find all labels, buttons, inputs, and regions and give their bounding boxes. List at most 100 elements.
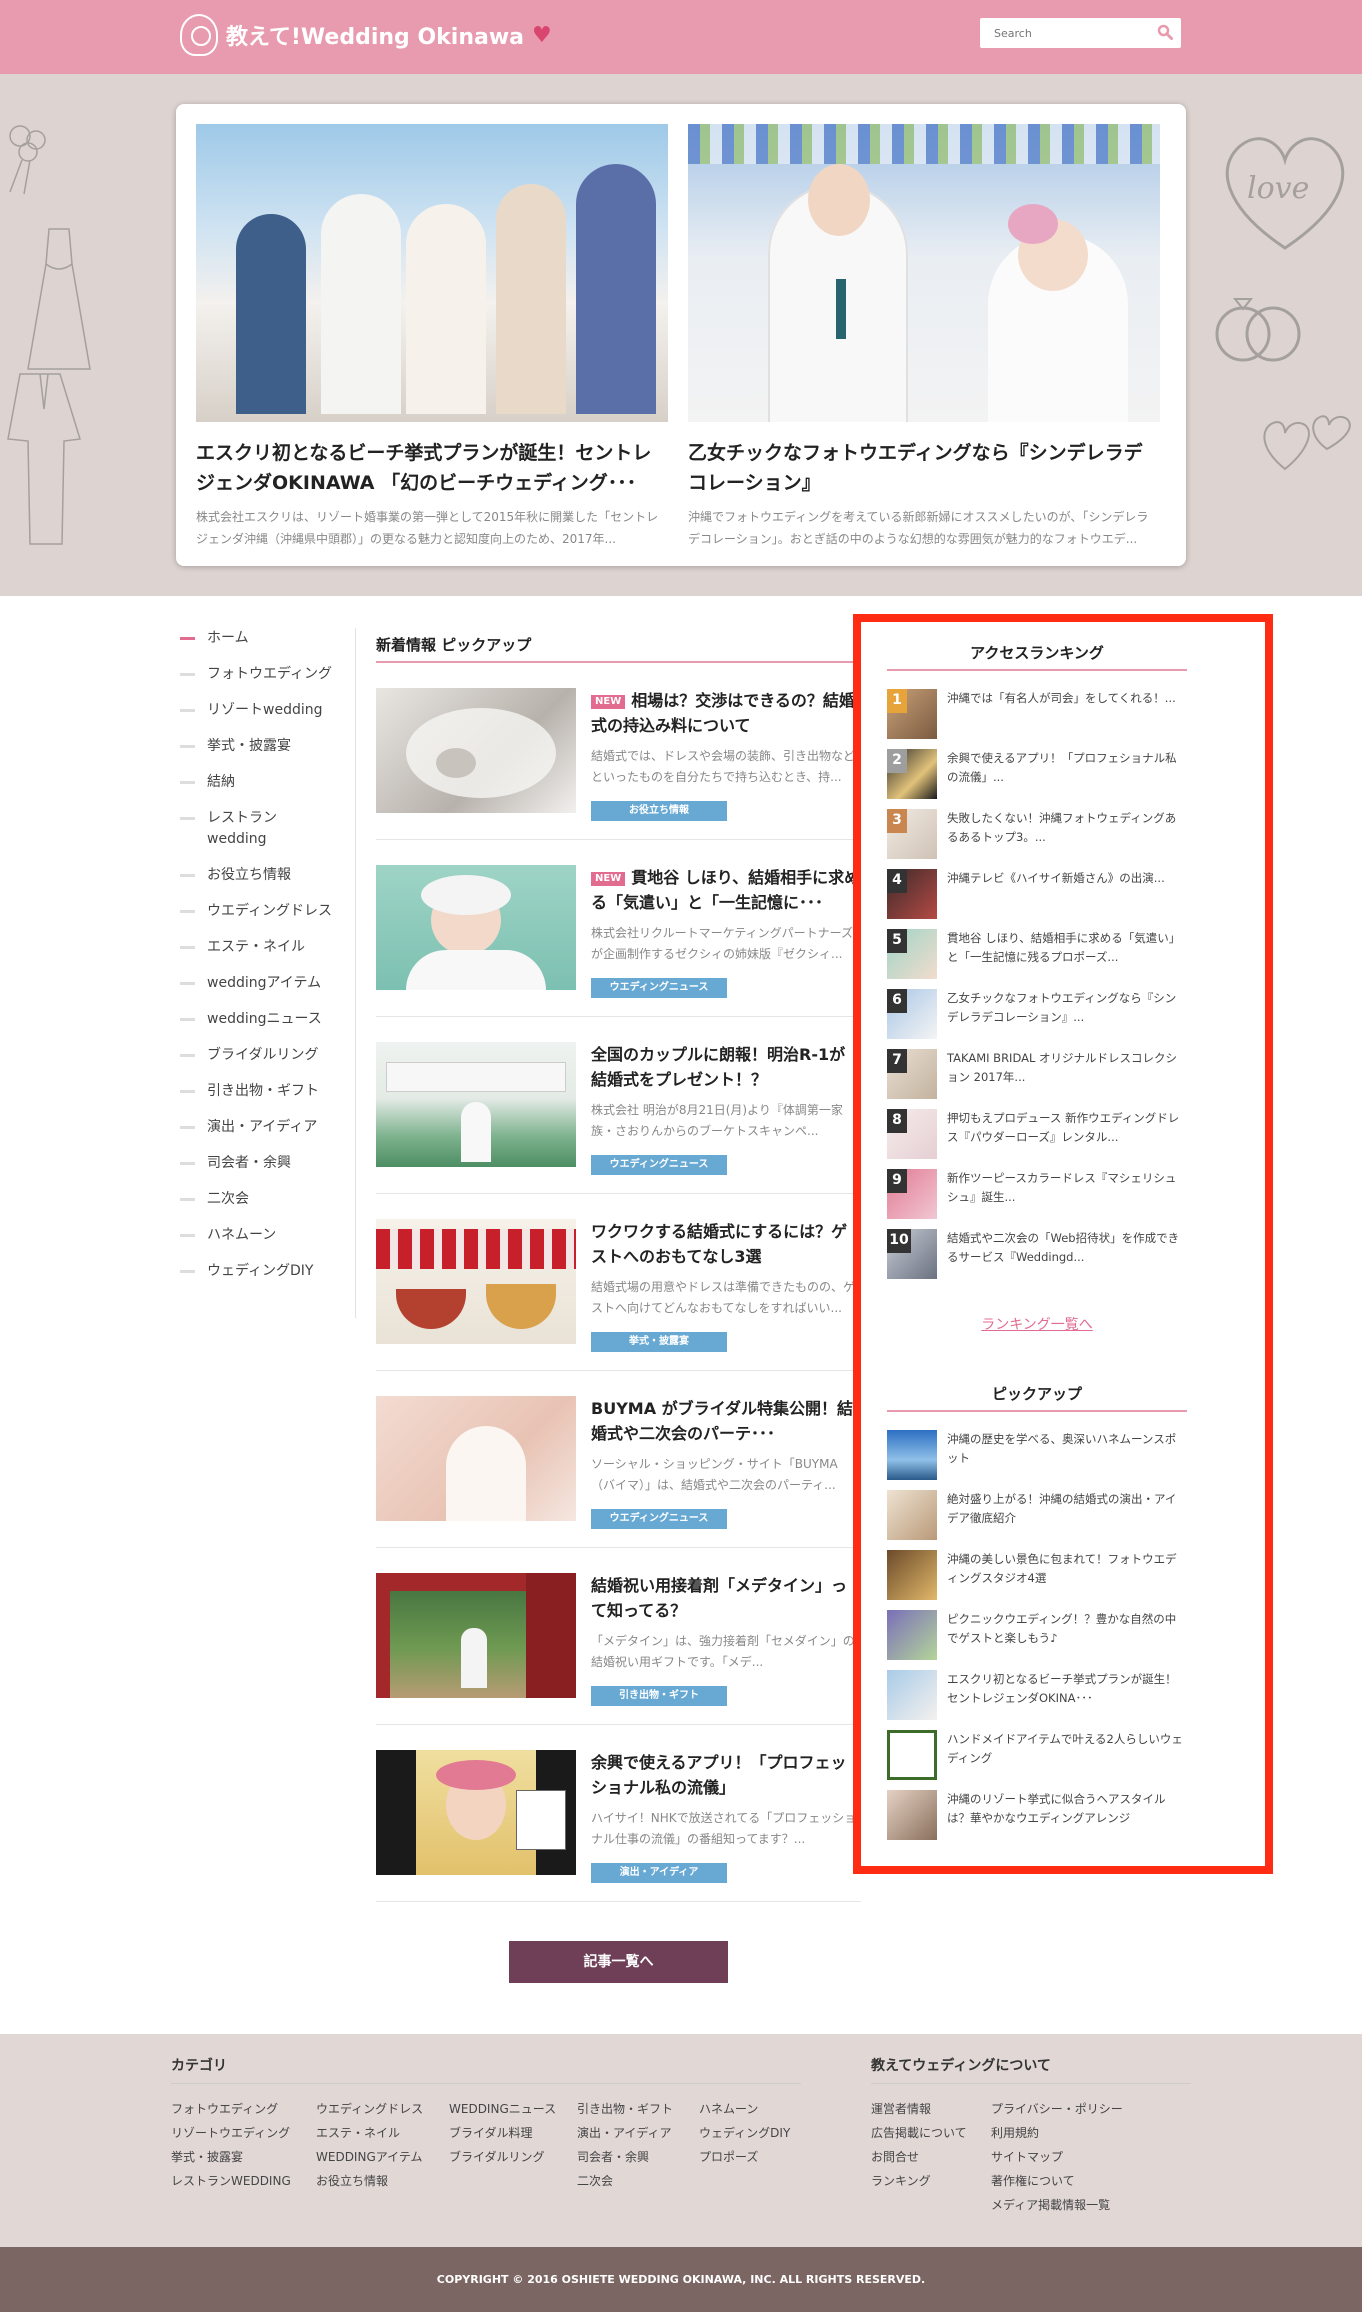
article-card[interactable]: BUYMA がブライダル特集公開！結婚式や二次会のパーテ･･･ ソーシャル・ショ… xyxy=(376,1371,861,1548)
ranking-thumbnail[interactable]: 9 xyxy=(887,1169,937,1219)
nav-item-bridal-ring[interactable]: ブライダルリング xyxy=(180,1045,355,1066)
article-title[interactable]: NEW 貫地谷 しほり、結婚相手に求める「気遣い」と「一生記憶に･･･ xyxy=(591,865,861,915)
footer-link[interactable]: ブライダルリング xyxy=(449,2145,556,2169)
footer-link[interactable]: 運営者情報 xyxy=(871,2097,967,2121)
nav-item-betrothal[interactable]: 結納 xyxy=(180,772,355,793)
pickup-thumbnail[interactable] xyxy=(887,1430,937,1480)
footer-link[interactable]: プライバシー・ポリシー xyxy=(991,2097,1123,2121)
ranking-item[interactable]: 2 余興で使えるアプリ！「プロフェショナル私の流儀」... xyxy=(887,749,1187,809)
nav-item-useful-info[interactable]: お役立ち情報 xyxy=(180,865,355,886)
pickup-item[interactable]: 沖縄のリゾート挙式に似合うヘアスタイルは？華やかなウエディングアレンジ xyxy=(887,1790,1187,1850)
article-thumbnail[interactable] xyxy=(376,1219,576,1344)
footer-link[interactable]: 利用規約 xyxy=(991,2121,1123,2145)
category-tag[interactable]: お役立ち情報 xyxy=(591,801,727,821)
pickup-item[interactable]: 沖縄の美しい景色に包まれて！フォトウエディングスタジオ4選 xyxy=(887,1550,1187,1610)
ranking-thumbnail[interactable]: 5 xyxy=(887,929,937,979)
ranking-item[interactable]: 4 沖縄テレビ《ハイサイ新婚さん》の出演... xyxy=(887,869,1187,929)
nav-item-wedding-dress[interactable]: ウエディングドレス xyxy=(180,901,355,922)
footer-link[interactable]: メディア掲載情報一覧 xyxy=(991,2193,1123,2217)
ranking-item[interactable]: 8 押切もえプロデュース 新作ウエディングドレス『パウダーローズ』レンタル... xyxy=(887,1109,1187,1169)
footer-link[interactable]: お役立ち情報 xyxy=(316,2169,423,2193)
ranking-item[interactable]: 3 失敗したくない！沖縄フォトウェディングあるあるトップ3。... xyxy=(887,809,1187,869)
pickup-thumbnail[interactable] xyxy=(887,1550,937,1600)
nav-item-esthe-nail[interactable]: エステ・ネイル xyxy=(180,937,355,958)
article-thumbnail[interactable] xyxy=(376,1750,576,1875)
category-tag[interactable]: ウエディングニュース xyxy=(591,1509,727,1529)
footer-link[interactable]: ランキング xyxy=(871,2169,967,2193)
pickup-text[interactable]: エスクリ初となるビーチ挙式プランが誕生！セントレジェンダOKINA･･･ xyxy=(947,1670,1187,1708)
ranking-thumbnail[interactable]: 8 xyxy=(887,1109,937,1159)
nav-item-restaurant-wedding[interactable]: レストラン wedding xyxy=(180,808,355,850)
nav-item-after-party[interactable]: 二次会 xyxy=(180,1189,355,1210)
pickup-item[interactable]: ピクニックウエディング！？豊かな自然の中でゲストと楽しもう♪ xyxy=(887,1610,1187,1670)
nav-item-gifts[interactable]: 引き出物・ギフト xyxy=(180,1081,355,1102)
ranking-item[interactable]: 1 沖縄では「有名人が司会」をしてくれる！... xyxy=(887,689,1187,749)
ranking-item[interactable]: 9 新作ツーピースカラードレス『マシェリシュシュ』誕生... xyxy=(887,1169,1187,1229)
pickup-text[interactable]: ハンドメイドアイテムで叶える2人らしいウェディング xyxy=(947,1730,1187,1768)
article-title[interactable]: NEW 相場は？交渉はできるの？結婚式の持込み料について xyxy=(591,688,861,738)
site-logo[interactable]: 教えて!Wedding Okinawa ♥ xyxy=(180,14,552,56)
ranking-thumbnail[interactable]: 6 xyxy=(887,989,937,1039)
pickup-text[interactable]: 絶対盛り上がる！沖縄の結婚式の演出・アイデア徹底紹介 xyxy=(947,1490,1187,1528)
ranking-text[interactable]: 新作ツーピースカラードレス『マシェリシュシュ』誕生... xyxy=(947,1169,1187,1207)
nav-item-resort-wedding[interactable]: リゾートwedding xyxy=(180,700,355,721)
footer-link[interactable]: ブライダル料理 xyxy=(449,2121,556,2145)
article-title[interactable]: 結婚祝い用接着剤「メデタイン」って知ってる？ xyxy=(591,1573,861,1623)
footer-link[interactable]: 引き出物・ギフト xyxy=(577,2097,673,2121)
ranking-text[interactable]: 沖縄テレビ《ハイサイ新婚さん》の出演... xyxy=(947,869,1187,888)
article-card[interactable]: 全国のカップルに朗報！明治R-1が結婚式をプレゼント！？ 株式会社 明治が8月2… xyxy=(376,1017,861,1194)
featured-title[interactable]: 乙女チックなフォトウエディングなら『シンデレラデコレーション』 xyxy=(688,438,1160,498)
ranking-text[interactable]: TAKAMI BRIDAL オリジナルドレスコレクション 2017年... xyxy=(947,1049,1187,1087)
nav-item-photo-wedding[interactable]: フォトウエディング xyxy=(180,664,355,685)
featured-title[interactable]: エスクリ初となるビーチ挙式プランが誕生！セントレジェンダOKINAWA 「幻のビ… xyxy=(196,438,668,498)
article-thumbnail[interactable] xyxy=(376,688,576,813)
category-tag[interactable]: 演出・アイディア xyxy=(591,1863,727,1883)
footer-link[interactable]: 司会者・余興 xyxy=(577,2145,673,2169)
article-thumbnail[interactable] xyxy=(376,865,576,990)
nav-item-wedding-news[interactable]: weddingニュース xyxy=(180,1009,355,1030)
ranking-text[interactable]: 貫地谷 しほり、結婚相手に求める「気遣い」と「一生記憶に残るプロポーズ... xyxy=(947,929,1187,967)
footer-link[interactable]: プロポーズ xyxy=(699,2145,790,2169)
footer-link[interactable]: 二次会 xyxy=(577,2169,673,2193)
footer-link[interactable]: レストランWEDDING xyxy=(171,2169,291,2193)
nav-item-ideas[interactable]: 演出・アイディア xyxy=(180,1117,355,1138)
category-tag[interactable]: ウエディングニュース xyxy=(591,978,727,998)
pickup-text[interactable]: 沖縄の美しい景色に包まれて！フォトウエディングスタジオ4選 xyxy=(947,1550,1187,1588)
search-icon[interactable] xyxy=(1157,24,1173,40)
category-tag[interactable]: 挙式・披露宴 xyxy=(591,1332,727,1352)
footer-link[interactable]: フォトウエディング xyxy=(171,2097,291,2121)
search-input[interactable] xyxy=(980,18,1140,48)
nav-item-home[interactable]: ホーム xyxy=(180,628,355,649)
ranking-thumbnail[interactable]: 2 xyxy=(887,749,937,799)
nav-item-ceremony[interactable]: 挙式・披露宴 xyxy=(180,736,355,757)
pickup-thumbnail[interactable] xyxy=(887,1490,937,1540)
article-card[interactable]: ワクワクする結婚式にするには？ゲストへのおもてなし3選 結婚式場の用意やドレスは… xyxy=(376,1194,861,1371)
pickup-item[interactable]: 絶対盛り上がる！沖縄の結婚式の演出・アイデア徹底紹介 xyxy=(887,1490,1187,1550)
footer-link[interactable]: ハネムーン xyxy=(699,2097,790,2121)
pickup-item[interactable]: ハンドメイドアイテムで叶える2人らしいウェディング xyxy=(887,1730,1187,1790)
pickup-text[interactable]: ピクニックウエディング！？豊かな自然の中でゲストと楽しもう♪ xyxy=(947,1610,1187,1648)
ranking-thumbnail[interactable]: 1 xyxy=(887,689,937,739)
footer-link[interactable]: お問合せ xyxy=(871,2145,967,2169)
ranking-text[interactable]: 乙女チックなフォトウエディングなら『シンデレラデコレーション』... xyxy=(947,989,1187,1027)
pickup-item[interactable]: 沖縄の歴史を学べる、奥深いハネムーンスポット xyxy=(887,1430,1187,1490)
footer-link[interactable]: ウエディングドレス xyxy=(316,2097,423,2121)
ranking-thumbnail[interactable]: 4 xyxy=(887,869,937,919)
article-card[interactable]: 余興で使えるアプリ！「プロフェッショナル私の流儀」 ハイサイ！NHKで放送されて… xyxy=(376,1725,861,1902)
article-card[interactable]: 結婚祝い用接着剤「メデタイン」って知ってる？ 「メデタイン」は、強力接着剤「セメ… xyxy=(376,1548,861,1725)
ranking-text[interactable]: 押切もえプロデュース 新作ウエディングドレス『パウダーローズ』レンタル... xyxy=(947,1109,1187,1147)
ranking-item[interactable]: 5 貫地谷 しほり、結婚相手に求める「気遣い」と「一生記憶に残るプロポーズ... xyxy=(887,929,1187,989)
pickup-thumbnail[interactable] xyxy=(887,1670,937,1720)
featured-article[interactable]: エスクリ初となるビーチ挙式プランが誕生！セントレジェンダOKINAWA 「幻のビ… xyxy=(196,124,668,550)
featured-image[interactable] xyxy=(688,124,1160,422)
footer-link[interactable]: 演出・アイディア xyxy=(577,2121,673,2145)
article-title[interactable]: 余興で使えるアプリ！「プロフェッショナル私の流儀」 xyxy=(591,1750,861,1800)
nav-item-wedding-diy[interactable]: ウェディングDIY xyxy=(180,1261,355,1282)
pickup-thumbnail[interactable] xyxy=(887,1610,937,1660)
pickup-thumbnail[interactable] xyxy=(887,1790,937,1840)
article-card[interactable]: NEW 貫地谷 しほり、結婚相手に求める「気遣い」と「一生記憶に･･･ 株式会社リ… xyxy=(376,840,861,1017)
article-title[interactable]: 全国のカップルに朗報！明治R-1が結婚式をプレゼント！？ xyxy=(591,1042,861,1092)
category-tag[interactable]: 引き出物・ギフト xyxy=(591,1686,727,1706)
article-title[interactable]: BUYMA がブライダル特集公開！結婚式や二次会のパーテ･･･ xyxy=(591,1396,861,1446)
ranking-thumbnail[interactable]: 7 xyxy=(887,1049,937,1099)
